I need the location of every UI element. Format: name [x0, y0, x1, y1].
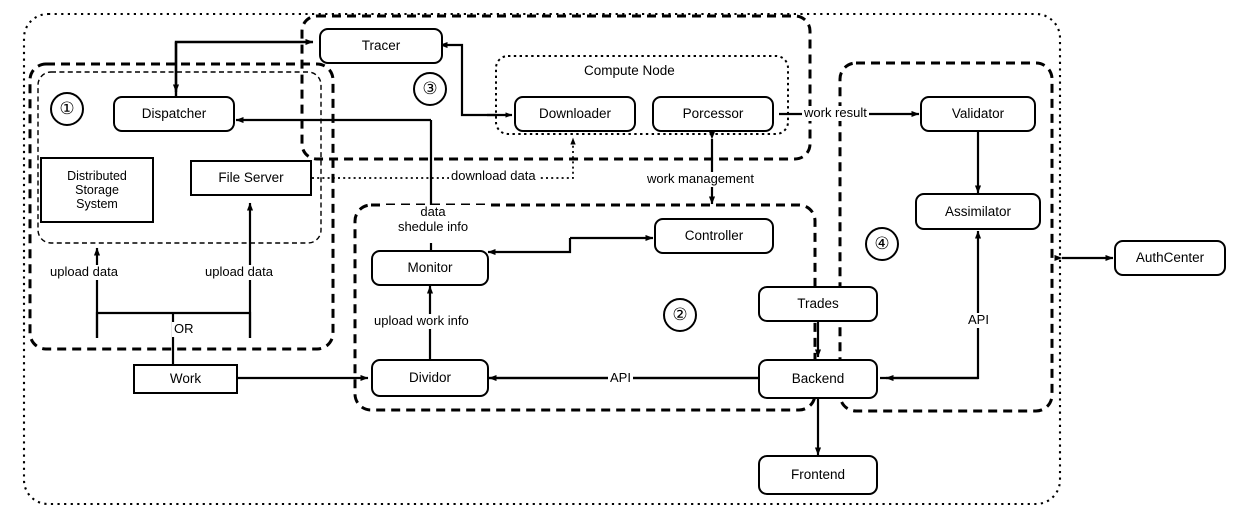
- node-file-server-label: File Server: [218, 170, 284, 186]
- node-trades[interactable]: Trades: [758, 286, 878, 322]
- node-dividor-label: Dividor: [408, 370, 451, 386]
- node-trades-label: Trades: [797, 296, 839, 312]
- node-authcenter-label: AuthCenter: [1135, 250, 1205, 266]
- edge-controller-to-monitor: [487, 238, 572, 256]
- label-download-data: download data: [449, 168, 538, 184]
- node-validator[interactable]: Validator: [920, 96, 1036, 132]
- label-work-result: work result: [802, 105, 869, 121]
- node-dss-label: Distributed Storage System: [67, 169, 127, 211]
- node-tracer-label: Tracer: [361, 38, 401, 54]
- node-controller-label: Controller: [684, 228, 744, 244]
- node-work[interactable]: Work: [133, 364, 238, 394]
- node-porcessor[interactable]: Porcessor: [652, 96, 774, 132]
- node-authcenter[interactable]: AuthCenter: [1114, 240, 1226, 276]
- label-upload-data-left: upload data: [48, 264, 120, 280]
- group-2-number-label: ②: [672, 305, 688, 324]
- label-api-right: API: [966, 312, 991, 328]
- node-downloader[interactable]: Downloader: [514, 96, 636, 132]
- label-work-management: work management: [645, 171, 756, 187]
- node-frontend-label: Frontend: [790, 467, 846, 483]
- architecture-diagram: Tracer Dispatcher Distributed Storage Sy…: [0, 0, 1240, 518]
- node-file-server[interactable]: File Server: [190, 160, 312, 196]
- node-downloader-label: Downloader: [538, 106, 612, 122]
- group-4-number-label: ④: [874, 234, 890, 253]
- edge-downloader-to-tracer: [439, 41, 496, 117]
- group-1-number-label: ①: [59, 99, 75, 118]
- node-dispatcher[interactable]: Dispatcher: [113, 96, 235, 132]
- group-3-number: ③: [413, 72, 447, 106]
- group-4-number: ④: [865, 227, 899, 261]
- node-assimilator[interactable]: Assimilator: [915, 193, 1041, 230]
- label-api-middle: API: [608, 370, 633, 386]
- node-assimilator-label: Assimilator: [944, 203, 1011, 219]
- node-distributed-storage-system[interactable]: Distributed Storage System: [40, 157, 154, 223]
- node-tracer[interactable]: Tracer: [319, 28, 443, 64]
- label-upload-work-info: upload work info: [372, 313, 471, 329]
- node-dispatcher-label: Dispatcher: [141, 106, 207, 122]
- group-1-number: ①: [50, 92, 84, 126]
- node-monitor-label: Monitor: [407, 260, 453, 276]
- group-3-number-label: ③: [422, 79, 438, 98]
- node-frontend[interactable]: Frontend: [758, 455, 878, 495]
- label-data-shedule-info: data shedule info: [381, 204, 485, 235]
- node-work-label: Work: [169, 371, 202, 387]
- node-controller[interactable]: Controller: [654, 218, 774, 254]
- node-validator-label: Validator: [951, 106, 1005, 122]
- node-backend[interactable]: Backend: [758, 359, 878, 399]
- node-monitor[interactable]: Monitor: [371, 250, 489, 286]
- node-porcessor-label: Porcessor: [682, 106, 744, 122]
- node-dividor[interactable]: Dividor: [371, 359, 489, 397]
- label-upload-data-right: upload data: [203, 264, 275, 280]
- label-or: OR: [172, 321, 196, 337]
- edge-tracer-in: [174, 38, 314, 97]
- node-backend-label: Backend: [791, 371, 845, 387]
- compute-node-label: Compute Node: [584, 63, 675, 78]
- group-2-number: ②: [663, 298, 697, 332]
- outer-boundary: [22, 12, 1062, 506]
